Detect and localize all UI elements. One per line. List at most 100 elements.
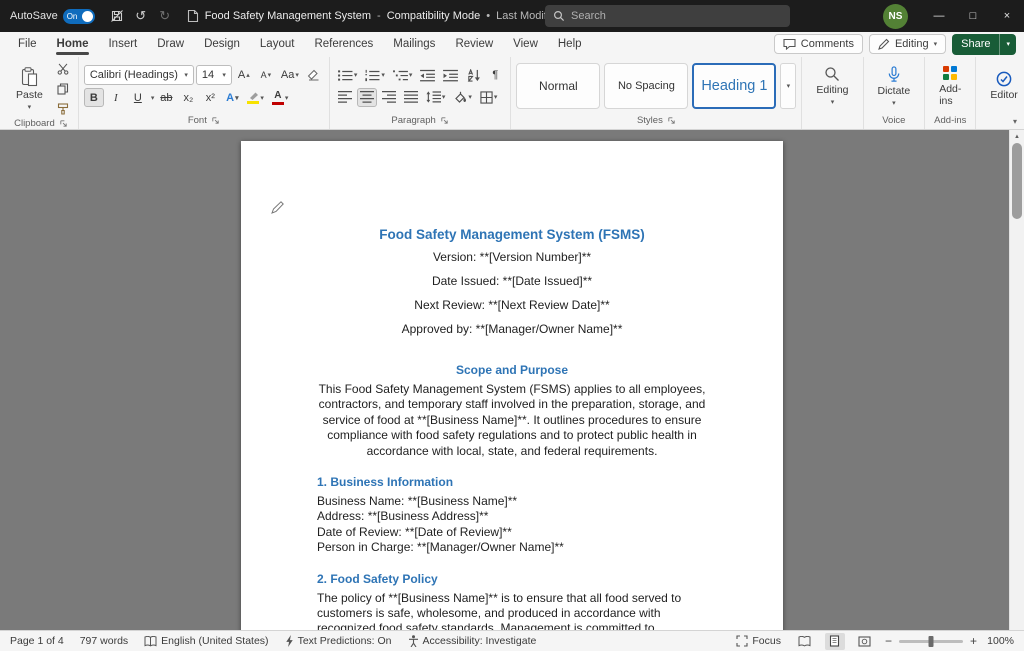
accessibility-status[interactable]: Accessibility: Investigate [408, 635, 537, 647]
font-name-select[interactable]: Calibri (Headings) ▾ [84, 65, 194, 85]
justify-icon [404, 91, 418, 103]
save-button[interactable] [105, 4, 129, 28]
tab-mailings[interactable]: Mailings [383, 34, 445, 55]
autosave-control[interactable]: AutoSave On [10, 9, 95, 24]
addins-group-label-row: Add-ins [930, 113, 970, 129]
bold-button[interactable]: B [84, 88, 104, 107]
style-heading-1[interactable]: Heading 1 [692, 63, 776, 109]
share-button[interactable]: Share ▾ [952, 34, 1016, 55]
print-layout-button[interactable] [825, 633, 845, 650]
increase-indent-button[interactable] [440, 66, 461, 85]
doc-title-text: Food Safety Management System [205, 10, 371, 22]
text-effects-button[interactable]: A▾ [222, 88, 242, 107]
zoom-out-button[interactable]: − [885, 635, 892, 647]
autosave-toggle[interactable]: On [63, 9, 95, 24]
decrease-indent-button[interactable] [417, 66, 438, 85]
scrollbar-thumb[interactable] [1012, 143, 1022, 219]
tab-references[interactable]: References [304, 34, 383, 55]
subscript-button[interactable]: x₂ [178, 88, 198, 107]
search-input[interactable] [571, 10, 782, 22]
tab-review[interactable]: Review [445, 34, 503, 55]
tab-help[interactable]: Help [548, 34, 592, 55]
font-color-button[interactable]: A ▾ [269, 88, 292, 107]
microphone-icon [887, 66, 901, 83]
search-box[interactable] [545, 5, 790, 27]
line-spacing-chevron-down-icon: ▾ [442, 93, 446, 101]
tab-home[interactable]: Home [47, 34, 99, 55]
cut-button[interactable] [53, 59, 73, 78]
zoom-in-button[interactable]: + [970, 635, 977, 647]
paste-button[interactable]: Paste ▾ [9, 65, 50, 113]
tab-file[interactable]: File [8, 34, 47, 55]
paragraph-dialog-launcher[interactable] [440, 116, 449, 125]
addins-button[interactable]: Add-ins [930, 63, 970, 109]
format-painter-button[interactable] [53, 99, 73, 118]
underline-chevron-down-icon[interactable]: ▾ [151, 94, 155, 102]
collapse-ribbon-chevron-icon[interactable]: ▾ [1013, 117, 1017, 126]
multilevel-list-button[interactable]: ▾ [390, 66, 416, 85]
shading-button[interactable]: ▾ [450, 88, 475, 107]
align-center-button[interactable] [357, 88, 377, 107]
tab-insert[interactable]: Insert [98, 34, 147, 55]
zoom-percentage[interactable]: 100% [984, 635, 1014, 647]
font-dialog-launcher[interactable] [211, 116, 220, 125]
editing-mode-button[interactable]: Editing ▾ [869, 34, 946, 54]
comments-button[interactable]: Comments [774, 34, 863, 54]
scroll-up-arrow-icon[interactable]: ▲ [1010, 130, 1024, 144]
page-indicator[interactable]: Page 1 of 4 [10, 635, 64, 647]
web-layout-button[interactable] [855, 633, 875, 650]
style-normal[interactable]: Normal [516, 63, 600, 109]
shrink-font-button[interactable]: A▾ [256, 66, 276, 85]
read-mode-button[interactable] [795, 633, 815, 650]
minimize-button[interactable]: — [922, 0, 956, 32]
share-chevron-down-icon[interactable]: ▾ [1000, 34, 1016, 55]
underline-button[interactable]: U [128, 88, 148, 107]
highlight-color-button[interactable]: ▾ [244, 88, 267, 107]
avatar[interactable]: NS [883, 4, 908, 29]
align-left-button[interactable] [335, 88, 355, 107]
dictate-button[interactable]: Dictate ▾ [869, 64, 920, 109]
numbering-button[interactable]: ▾ [362, 66, 388, 85]
sort-button[interactable] [463, 66, 483, 85]
undo-button[interactable]: ↺ [129, 4, 153, 28]
zoom-controls: − + 100% [885, 635, 1014, 647]
italic-button[interactable]: I [106, 88, 126, 107]
word-count[interactable]: 797 words [80, 635, 128, 647]
proofing-status[interactable]: English (United States) [144, 635, 268, 647]
redo-button[interactable]: ↻ [153, 4, 177, 28]
editing-button[interactable]: Editing ▾ [807, 64, 857, 108]
font-size-select[interactable]: 14 ▾ [196, 65, 232, 85]
superscript-button[interactable]: x² [200, 88, 220, 107]
close-button[interactable]: × [990, 0, 1024, 32]
comment-icon [783, 38, 796, 50]
editor-button[interactable]: Editor [981, 69, 1024, 103]
line-spacing-button[interactable]: ▾ [423, 88, 449, 107]
styles-gallery-more-button[interactable]: ▾ [780, 63, 796, 109]
maximize-button[interactable]: □ [956, 0, 990, 32]
zoom-slider-thumb[interactable] [928, 636, 933, 647]
change-case-button[interactable]: Aa▾ [278, 66, 302, 85]
focus-mode-button[interactable]: Focus [736, 635, 781, 647]
tab-layout[interactable]: Layout [250, 34, 305, 55]
document-page[interactable]: Food Safety Management System (FSMS) Ver… [241, 141, 783, 630]
clipboard-dialog-launcher[interactable] [59, 119, 68, 128]
copy-button[interactable] [53, 79, 73, 98]
text-predictions[interactable]: Text Predictions: On [285, 635, 392, 647]
zoom-slider[interactable] [899, 640, 963, 643]
strikethrough-button[interactable]: ab [156, 88, 176, 107]
tab-view[interactable]: View [503, 34, 548, 55]
clear-formatting-button[interactable] [304, 66, 324, 85]
font-name-value: Calibri (Headings) [90, 69, 178, 81]
tab-design[interactable]: Design [194, 34, 250, 55]
style-no-spacing[interactable]: No Spacing [604, 63, 688, 109]
show-paragraph-marks-button[interactable]: ¶ [485, 66, 505, 85]
justify-button[interactable] [401, 88, 421, 107]
styles-dialog-launcher[interactable] [667, 116, 676, 125]
align-right-button[interactable] [379, 88, 399, 107]
borders-button[interactable]: ▾ [477, 88, 501, 107]
tab-draw[interactable]: Draw [147, 34, 194, 55]
vertical-scrollbar[interactable]: ▲ [1009, 130, 1024, 630]
bullets-button[interactable]: ▾ [335, 66, 361, 85]
grow-font-button[interactable]: A▴ [234, 66, 254, 85]
underline-label: U [134, 92, 142, 104]
